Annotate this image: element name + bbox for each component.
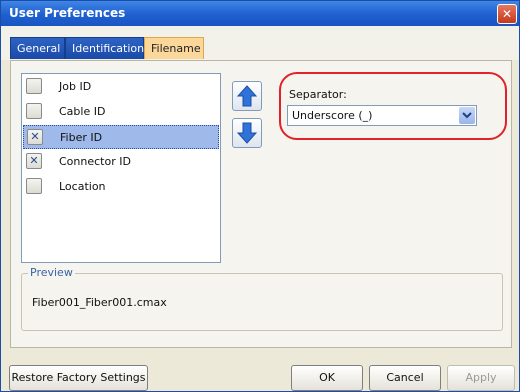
restore-factory-settings-button[interactable]: Restore Factory Settings <box>9 365 148 391</box>
list-item-label: Cable ID <box>59 105 106 118</box>
close-button[interactable]: ✕ <box>497 4 517 24</box>
tab-filename[interactable]: Filename <box>144 37 204 59</box>
tab-bar: General Identification Filename <box>1 26 519 60</box>
preview-legend: Preview <box>28 266 75 279</box>
arrow-up-icon <box>236 85 258 107</box>
list-item-location[interactable]: Location <box>23 175 219 199</box>
fiber-id-checkbox[interactable]: ✕ <box>27 129 43 145</box>
cable-id-checkbox[interactable] <box>26 103 42 119</box>
list-item-job-id[interactable]: Job ID <box>23 75 219 99</box>
list-item-connector-id[interactable]: ✕ Connector ID <box>23 150 219 174</box>
move-up-button[interactable] <box>232 81 262 111</box>
move-down-button[interactable] <box>232 118 262 148</box>
list-item-fiber-id[interactable]: ✕ Fiber ID <box>23 125 219 149</box>
apply-button[interactable]: Apply <box>447 365 515 391</box>
preview-filename: Fiber001_Fiber001.cmax <box>32 296 167 309</box>
connector-id-checkbox[interactable]: ✕ <box>26 153 42 169</box>
highlight-annotation <box>279 72 507 140</box>
job-id-checkbox[interactable] <box>26 78 42 94</box>
user-preferences-window: User Preferences ✕ General Identificatio… <box>0 0 520 392</box>
checkmark-x-icon: ✕ <box>30 130 40 143</box>
list-item-label: Connector ID <box>59 155 131 168</box>
list-item-cable-id[interactable]: Cable ID <box>23 100 219 124</box>
location-checkbox[interactable] <box>26 178 42 194</box>
window-title: User Preferences <box>9 6 126 20</box>
cancel-button[interactable]: Cancel <box>369 365 441 391</box>
close-icon: ✕ <box>501 7 513 21</box>
filename-panel: Job ID Cable ID ✕ Fiber ID ✕ Connector I… <box>10 60 512 348</box>
list-item-label: Location <box>59 180 106 193</box>
tab-identification[interactable]: Identification <box>65 37 144 59</box>
arrow-down-icon <box>236 122 258 144</box>
list-item-label: Fiber ID <box>60 131 103 144</box>
tab-general[interactable]: General <box>10 37 65 59</box>
title-bar: User Preferences ✕ <box>1 1 519 26</box>
ok-button[interactable]: OK <box>291 365 363 391</box>
field-listbox[interactable]: Job ID Cable ID ✕ Fiber ID ✕ Connector I… <box>21 73 221 263</box>
checkmark-x-icon: ✕ <box>29 154 39 167</box>
preview-group: Preview Fiber001_Fiber001.cmax <box>21 266 503 331</box>
list-item-label: Job ID <box>59 80 92 93</box>
